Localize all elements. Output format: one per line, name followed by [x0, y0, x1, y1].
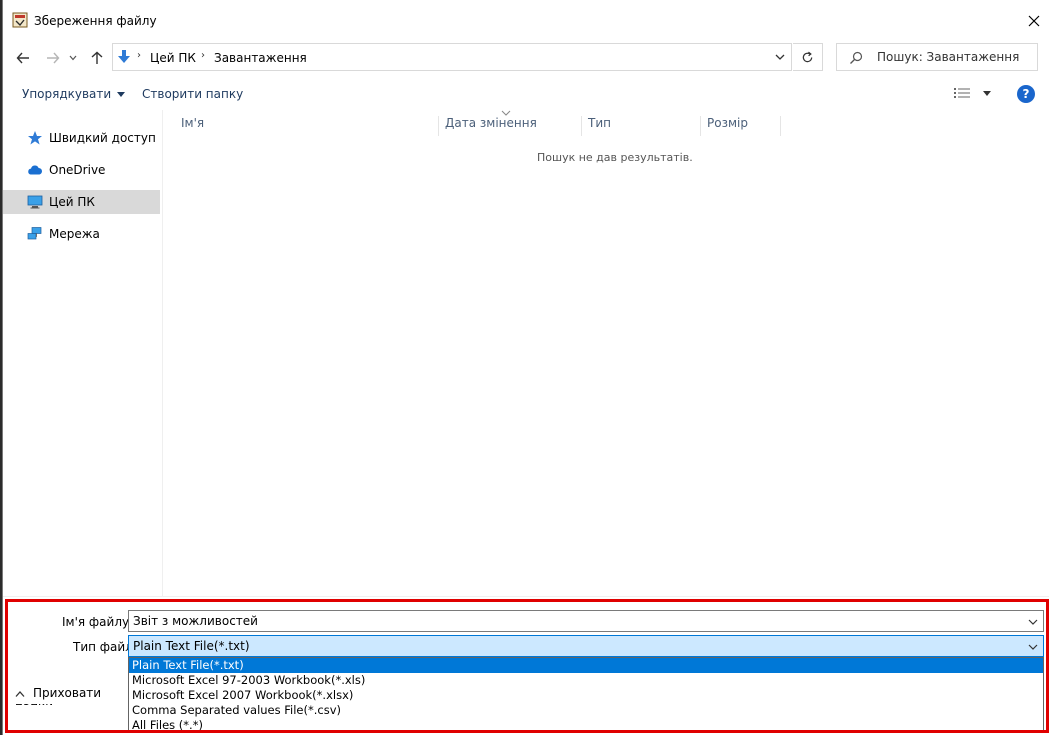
- help-button[interactable]: ?: [1017, 85, 1035, 103]
- filename-input[interactable]: [133, 614, 1013, 628]
- chevron-down-icon: [69, 55, 77, 61]
- column-header-date-modified[interactable]: Дата змінення: [439, 110, 582, 136]
- arrow-right-icon: [47, 52, 60, 64]
- window-title: Збереження файлу: [34, 14, 157, 28]
- chevron-up-icon: [15, 690, 25, 697]
- filetype-option[interactable]: Microsoft Excel 2007 Workbook(*.xlsx): [129, 688, 1043, 703]
- download-icon: [118, 50, 130, 63]
- hide-folders-button[interactable]: Приховати папки: [3, 681, 128, 705]
- organize-button[interactable]: Упорядкувати: [22, 87, 126, 101]
- organize-label: Упорядкувати: [22, 87, 112, 101]
- nav-label: OneDrive: [49, 163, 106, 177]
- filetype-option[interactable]: Plain Text File(*.txt): [129, 658, 1043, 673]
- breadcrumb-separator-icon: ›: [137, 50, 141, 61]
- column-header-label: Дата змінення: [445, 116, 537, 130]
- title-bar: Збереження файлу: [3, 0, 1049, 42]
- view-options-button[interactable]: [954, 86, 994, 102]
- address-bar[interactable]: › Цей ПК › Завантаження: [112, 43, 792, 71]
- breadcrumb-this-pc[interactable]: Цей ПК: [150, 51, 196, 65]
- nav-label: Мережа: [49, 227, 100, 241]
- filetype-selected-value: Plain Text File(*.txt): [133, 639, 250, 653]
- search-icon: [850, 51, 863, 64]
- search-input[interactable]: [877, 50, 1032, 64]
- refresh-icon: [802, 51, 813, 62]
- recent-locations-button[interactable]: [67, 48, 79, 68]
- filetype-dropdown-list[interactable]: Plain Text File(*.txt) Microsoft Excel 9…: [128, 657, 1044, 732]
- breadcrumb-separator-icon: ›: [201, 50, 205, 61]
- filetype-select[interactable]: Plain Text File(*.txt): [128, 635, 1044, 657]
- nav-item-network[interactable]: Мережа: [3, 222, 160, 246]
- chevron-down-icon[interactable]: [1027, 616, 1039, 628]
- nav-item-onedrive[interactable]: OneDrive: [3, 158, 160, 182]
- cloud-icon: [28, 165, 42, 175]
- sort-caret-icon: [501, 110, 511, 116]
- file-list: Ім'я Дата змінення Тип Розмір Пошук не д…: [164, 110, 1049, 596]
- chevron-down-icon[interactable]: [773, 50, 787, 64]
- breadcrumb-downloads[interactable]: Завантаження: [214, 51, 307, 65]
- column-header-size[interactable]: Розмір: [701, 116, 781, 136]
- nav-item-quick-access[interactable]: Швидкий доступ: [3, 126, 160, 150]
- filetype-option[interactable]: Microsoft Excel 97-2003 Workbook(*.xls): [129, 673, 1043, 688]
- computer-icon: [27, 195, 43, 209]
- filetype-option[interactable]: All Files (*.*): [129, 718, 1043, 731]
- filename-combobox[interactable]: [128, 610, 1044, 632]
- close-icon: [1028, 15, 1040, 27]
- hide-folders-text: Приховати папки: [15, 686, 128, 705]
- app-icon: [12, 12, 28, 28]
- caret-down-icon: [117, 92, 126, 97]
- new-folder-button[interactable]: Створити папку: [142, 87, 243, 101]
- arrow-up-icon: [91, 51, 103, 64]
- close-button[interactable]: [1019, 6, 1049, 36]
- address-row: › Цей ПК › Завантаження: [3, 42, 1049, 74]
- column-header-type[interactable]: Тип: [582, 116, 701, 136]
- back-button[interactable]: [13, 48, 33, 68]
- nav-label: Цей ПК: [49, 195, 95, 209]
- up-button[interactable]: [87, 48, 107, 68]
- filename-label: Ім'я файлу:: [62, 615, 134, 629]
- nav-label: Швидкий доступ: [49, 131, 156, 145]
- refresh-button[interactable]: [793, 43, 823, 71]
- star-icon: [28, 131, 42, 145]
- details-view-icon: [954, 88, 970, 98]
- empty-results-message: Пошук не дав результатів.: [537, 151, 693, 164]
- filetype-option[interactable]: Comma Separated values File(*.csv): [129, 703, 1043, 718]
- nav-item-this-pc[interactable]: Цей ПК: [3, 190, 160, 214]
- forward-button[interactable]: [43, 48, 63, 68]
- search-box[interactable]: [836, 43, 1038, 71]
- hide-folders-label: Приховати папки: [15, 686, 102, 705]
- save-file-dialog: Збереження файлу › Цей ПК › Завантаження…: [2, 0, 1049, 735]
- arrow-left-icon: [16, 52, 29, 64]
- caret-down-icon: [983, 91, 991, 96]
- command-toolbar: Упорядкувати Створити папку ?: [3, 80, 1049, 108]
- chevron-down-icon[interactable]: [1027, 641, 1039, 653]
- network-icon: [27, 227, 42, 240]
- column-header-name[interactable]: Ім'я: [175, 116, 439, 136]
- save-panel: Ім'я файлу: Тип файлу: Plain Text File(*…: [3, 596, 1049, 735]
- navigation-pane: Швидкий доступ OneDrive Цей ПК Мережа: [3, 110, 163, 596]
